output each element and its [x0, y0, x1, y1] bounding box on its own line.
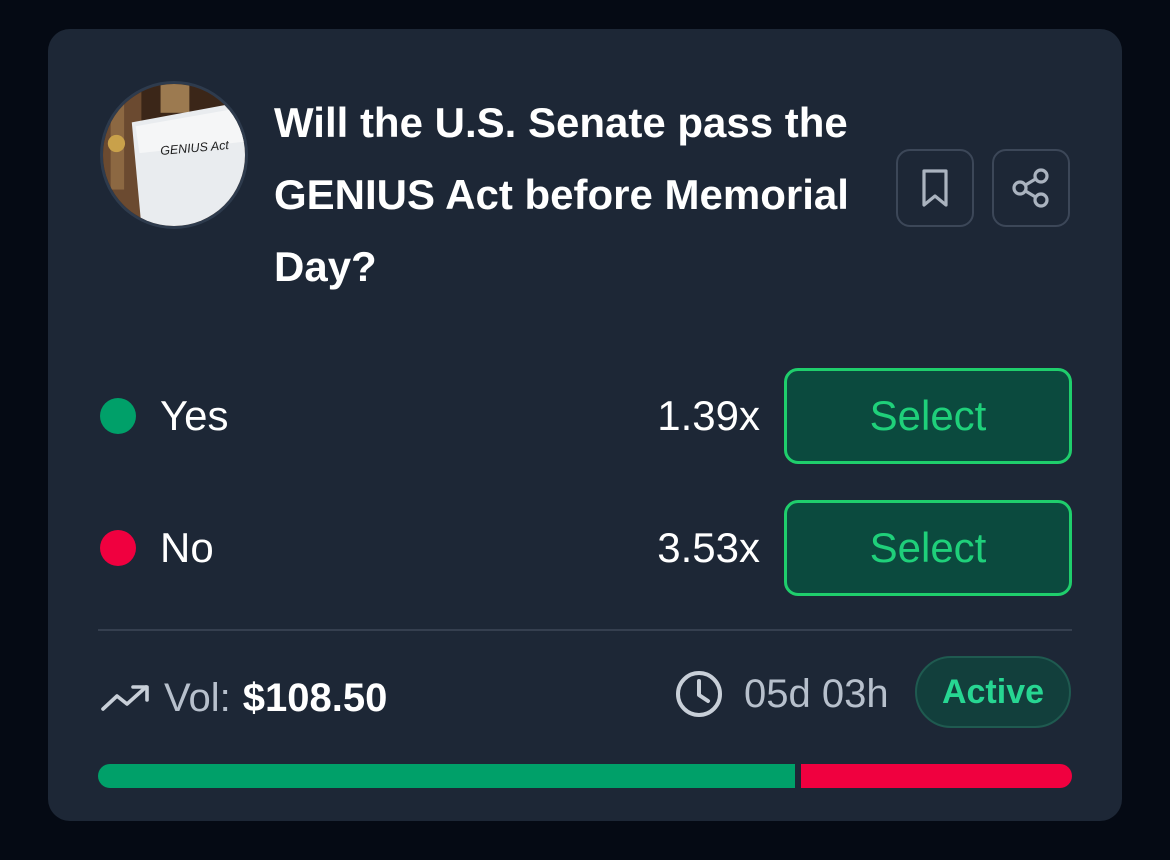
status-badge: Active: [915, 656, 1071, 728]
volume-label: Vol:: [164, 676, 231, 720]
select-no-button[interactable]: Select: [784, 500, 1072, 596]
share-button[interactable]: [992, 149, 1070, 227]
probability-bar: [98, 764, 1072, 788]
outcome-label: Yes: [160, 392, 229, 439]
market-image: GENIUS Act: [100, 81, 248, 229]
market-title: Will the U.S. Senate pass the GENIUS Act…: [274, 99, 849, 290]
share-icon: [1012, 168, 1049, 208]
outcome-odds: 1.39x: [657, 392, 760, 439]
outcome-label: No: [160, 524, 214, 571]
yes-dot-icon: [100, 398, 136, 434]
time-remaining-value: 05d 03h: [744, 672, 889, 716]
no-dot-icon: [100, 530, 136, 566]
probability-bar-no: [801, 764, 1072, 788]
outcome-row-no: No 3.53x Select: [98, 500, 1072, 596]
clock-icon: [676, 671, 722, 717]
divider: [98, 629, 1072, 631]
probability-bar-yes: [98, 764, 795, 788]
volume-value: $108.50: [242, 676, 388, 720]
market-card[interactable]: GENIUS Act Will the U.S. Senate pass the…: [48, 29, 1122, 821]
outcome-odds: 3.53x: [657, 524, 760, 571]
bookmark-button[interactable]: [896, 149, 974, 227]
outcome-row-yes: Yes 1.39x Select: [98, 368, 1072, 464]
select-yes-button[interactable]: Select: [784, 368, 1072, 464]
genius-act-photo: GENIUS Act: [103, 84, 245, 226]
trending-up-icon: [101, 685, 149, 711]
time-remaining: 05d 03h: [674, 669, 889, 719]
volume: Vol: $108.50: [100, 673, 387, 723]
bookmark-icon: [922, 169, 948, 207]
